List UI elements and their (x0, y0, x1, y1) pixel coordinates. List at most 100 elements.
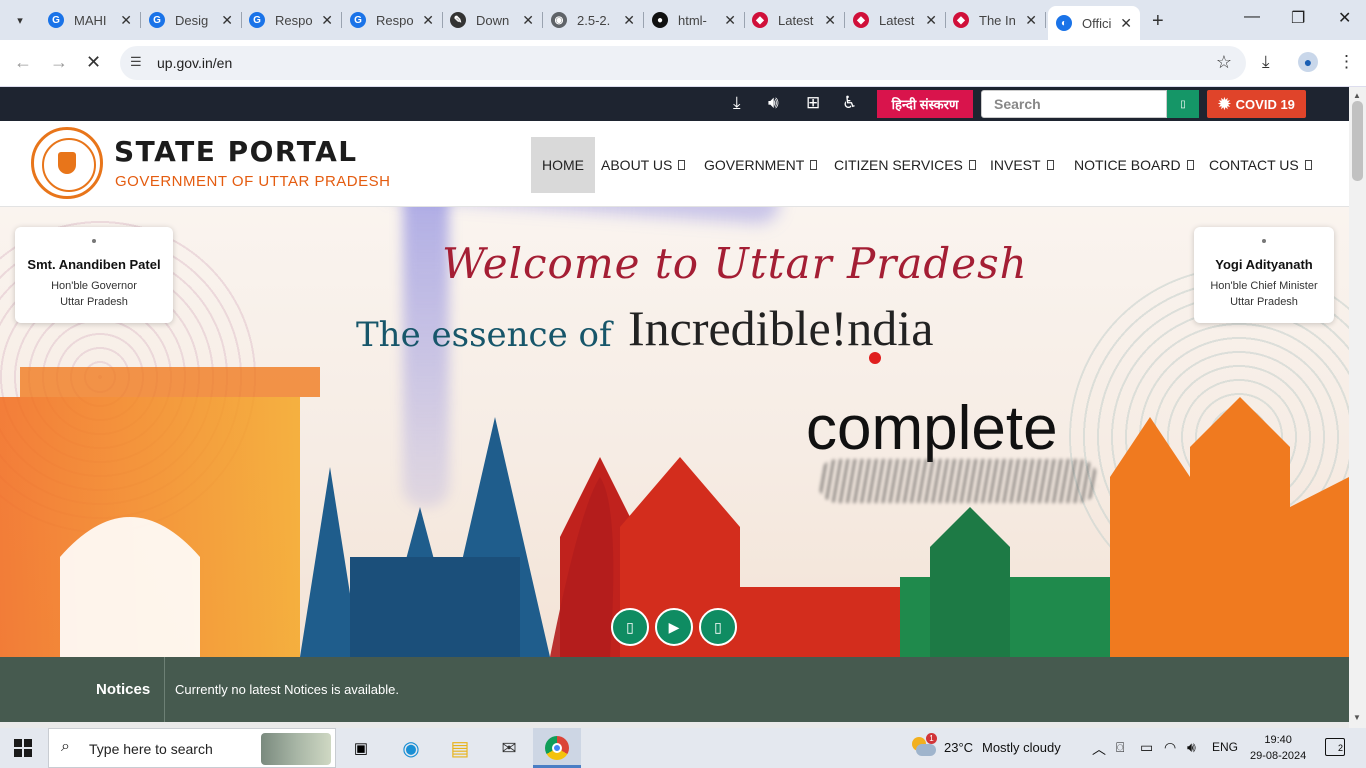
cm-role-line2: Uttar Pradesh (1230, 296, 1298, 308)
tab-close-icon[interactable]: ✕ (422, 12, 434, 29)
language-indicator[interactable]: ENG (1212, 740, 1238, 754)
site-info-icon[interactable]: ☰ (130, 54, 142, 70)
tab-separator (844, 12, 845, 28)
tab-close-icon[interactable]: ✕ (724, 12, 736, 29)
tab-close-icon[interactable]: ✕ (925, 12, 937, 29)
url-text[interactable]: up.gov.in/en (157, 55, 232, 71)
nav-government[interactable]: GOVERNMENT (704, 137, 818, 193)
browser-tab[interactable]: ● html- ✕ (652, 8, 736, 32)
wifi-icon[interactable]: ◠ (1164, 739, 1176, 756)
tab-close-icon[interactable]: ✕ (1120, 15, 1132, 32)
slider-play-button[interactable]: ▶ (655, 608, 693, 646)
tab-close-icon[interactable]: ✕ (522, 12, 534, 29)
nav-about-us[interactable]: ABOUT US (601, 137, 686, 193)
download-icon[interactable]: ⤓ (733, 93, 741, 113)
tab-close-icon[interactable]: ✕ (1025, 12, 1037, 29)
overlay-handwritten-text: complete (806, 394, 1058, 463)
hindi-version-button[interactable]: हिन्दी संस्करण (877, 90, 973, 118)
site-title[interactable]: STATE PORTAL (114, 135, 358, 168)
covid-button[interactable]: ✹ COVID 19 (1207, 90, 1306, 118)
nav-notice-board[interactable]: NOTICE BOARD (1074, 137, 1194, 193)
browser-tab-active[interactable]: ◐ Offici ✕ (1048, 6, 1140, 40)
downloads-icon[interactable]: ⤓ (1262, 52, 1270, 72)
mail-icon[interactable]: ✉ (495, 734, 523, 762)
up-emblem-logo[interactable] (31, 127, 103, 199)
browser-menu-icon[interactable]: ⋮ (1338, 52, 1355, 72)
restore-icon[interactable]: ❐ (1291, 8, 1305, 28)
browser-tab[interactable]: ◉ 2.5-2. ✕ (551, 8, 635, 32)
stop-loading-icon[interactable]: ✕ (86, 52, 101, 73)
accessibility-icon[interactable]: ♿︎ (842, 93, 857, 113)
volume-icon[interactable]: 🔊︎ (1187, 739, 1196, 756)
scroll-up-icon[interactable]: ▲ (1353, 91, 1361, 100)
covid-label: COVID 19 (1235, 96, 1295, 112)
chevron-up-icon[interactable]: ︿ (1092, 739, 1106, 759)
page-scrollbar[interactable]: ▲ ▼ (1349, 87, 1366, 728)
nav-citizen-services[interactable]: CITIZEN SERVICES (834, 137, 976, 193)
notification-center-icon[interactable]: 2 (1325, 738, 1345, 756)
browser-tab[interactable]: G Respo ✕ (249, 8, 333, 32)
tab-label: Down (476, 12, 510, 28)
address-bar[interactable]: ☰ up.gov.in/en ☆ (120, 46, 1246, 80)
weather-icon[interactable]: 1 (912, 733, 937, 757)
nav-home[interactable]: HOME (531, 137, 595, 193)
battery-icon[interactable]: ▭ (1140, 739, 1153, 756)
weather-desc[interactable]: Mostly cloudy (982, 740, 1061, 755)
tab-favicon-icon: G (48, 12, 64, 28)
back-icon[interactable]: ← (14, 52, 32, 73)
tab-separator (140, 12, 141, 28)
tab-search-icon[interactable]: ▾ (8, 8, 32, 32)
minimize-icon[interactable]: — (1244, 8, 1260, 26)
scroll-down-icon[interactable]: ▼ (1353, 713, 1361, 722)
tab-label: Offici (1082, 15, 1112, 31)
chrome-taskbar-button[interactable] (533, 728, 581, 768)
windows-start-icon[interactable] (14, 739, 32, 757)
close-window-icon[interactable]: ✕ (1338, 8, 1351, 28)
next-icon: ▯ (714, 618, 722, 635)
weather-temp[interactable]: 23°C (944, 740, 973, 755)
clock[interactable]: 19:40 29-08-2024 (1250, 732, 1306, 764)
audio-icon[interactable]: 🔊︎ (768, 93, 779, 113)
forward-icon[interactable]: → (50, 52, 68, 73)
cm-card[interactable]: Yogi Adityanath Hon'ble Chief Minister U… (1194, 227, 1334, 323)
tab-close-icon[interactable]: ✕ (221, 12, 233, 29)
edge-icon[interactable]: ◉ (397, 734, 425, 762)
browser-tab[interactable]: G MAHI ✕ (48, 8, 132, 32)
dropdown-icon (1186, 160, 1194, 170)
scrollbar-thumb[interactable] (1352, 101, 1363, 181)
sitemap-icon[interactable]: ⊞ (806, 93, 820, 113)
tab-close-icon[interactable]: ✕ (623, 12, 635, 29)
governor-card[interactable]: Smt. Anandiben Patel Hon'ble Governor Ut… (15, 227, 173, 323)
browser-tab[interactable]: ✎ Down ✕ (450, 8, 534, 32)
tab-separator (945, 12, 946, 28)
slider-next-button[interactable]: ▯ (699, 608, 737, 646)
dropdown-icon (678, 160, 686, 170)
browser-tab[interactable]: ◆ Latest ✕ (853, 8, 937, 32)
taskbar-search-box[interactable]: ⌕ Type here to search (48, 728, 336, 768)
governor-role-line1: Hon'ble Governor (51, 280, 137, 292)
tab-label: Latest (778, 12, 814, 28)
meet-now-icon[interactable]: ⌼ (1116, 739, 1124, 756)
tab-label: Latest (879, 12, 915, 28)
site-search-input[interactable] (981, 90, 1167, 118)
browser-tab[interactable]: G Respo ✕ (350, 8, 434, 32)
browser-tab[interactable]: ◆ Latest ✕ (752, 8, 836, 32)
file-explorer-icon[interactable]: ▤ (446, 734, 474, 762)
slider-prev-button[interactable]: ▯ (611, 608, 649, 646)
task-view-icon[interactable]: ▣ (347, 734, 375, 762)
nav-invest[interactable]: INVEST (990, 137, 1054, 193)
profile-avatar-icon[interactable]: ● (1298, 52, 1318, 72)
new-tab-button[interactable]: + (1152, 10, 1164, 33)
tab-close-icon[interactable]: ✕ (824, 12, 836, 29)
search-submit-button[interactable]: ▯ (1167, 90, 1199, 118)
browser-tab[interactable]: G Desig ✕ (149, 8, 233, 32)
tab-label: Respo (376, 12, 414, 28)
notices-text: Currently no latest Notices is available… (175, 682, 399, 697)
tab-favicon-icon: G (149, 12, 165, 28)
tab-separator (744, 12, 745, 28)
nav-contact-us[interactable]: CONTACT US (1209, 137, 1312, 193)
tab-close-icon[interactable]: ✕ (321, 12, 333, 29)
browser-tab[interactable]: ◆ The In ✕ (953, 8, 1037, 32)
tab-close-icon[interactable]: ✕ (120, 12, 132, 29)
bookmark-star-icon[interactable]: ☆ (1216, 52, 1232, 73)
